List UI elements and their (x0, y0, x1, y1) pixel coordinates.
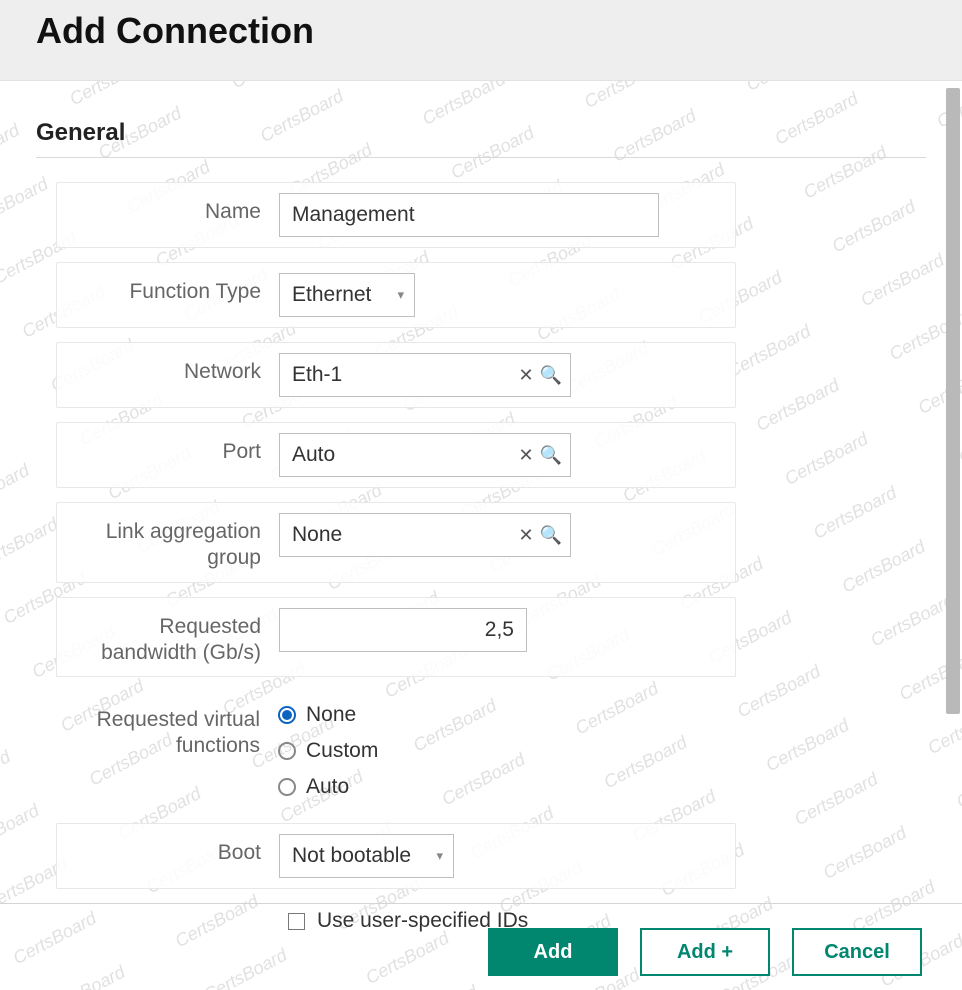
radio-label-none: None (306, 703, 356, 727)
search-icon[interactable]: 🔍 (540, 445, 562, 466)
label-rvf: Requested virtual functions (70, 701, 260, 760)
clear-icon[interactable]: ✕ (518, 525, 533, 546)
select-function-type-value: Ethernet (292, 283, 371, 307)
field-port: Port Auto ✕ 🔍 (56, 422, 736, 488)
lookup-lag[interactable]: None ✕ 🔍 (279, 513, 571, 557)
input-bandwidth-value: 2,5 (485, 618, 514, 642)
add-plus-button[interactable]: Add + (640, 928, 770, 976)
form-general: Name Management Function Type Ethernet ▾… (56, 182, 736, 933)
radio-rvf-custom[interactable]: Custom (278, 739, 722, 763)
clear-icon[interactable]: ✕ (518, 365, 533, 386)
field-rvf: Requested virtual functions None Custom … (56, 691, 736, 809)
label-port: Port (71, 433, 261, 465)
page-title: Add Connection (36, 10, 926, 52)
divider (36, 157, 926, 158)
select-boot[interactable]: Not bootable ▾ (279, 834, 454, 878)
radio-icon (278, 778, 296, 796)
select-function-type[interactable]: Ethernet ▾ (279, 273, 415, 317)
lookup-port[interactable]: Auto ✕ 🔍 (279, 433, 571, 477)
lookup-network[interactable]: Eth-1 ✕ 🔍 (279, 353, 571, 397)
label-name: Name (71, 193, 261, 225)
radio-group-rvf: None Custom Auto (278, 701, 722, 799)
input-bandwidth[interactable]: 2,5 (279, 608, 527, 652)
add-button[interactable]: Add (488, 928, 618, 976)
input-name[interactable]: Management (279, 193, 659, 237)
search-icon[interactable]: 🔍 (540, 365, 562, 386)
label-bandwidth: Requested bandwidth (Gb/s) (71, 608, 261, 667)
radio-icon (278, 706, 296, 724)
cancel-button[interactable]: Cancel (792, 928, 922, 976)
dialog-header: Add Connection (0, 0, 962, 81)
clear-icon[interactable]: ✕ (518, 445, 533, 466)
lookup-lag-value: None (292, 523, 342, 547)
select-boot-value: Not bootable (292, 844, 411, 868)
label-function-type: Function Type (71, 273, 261, 305)
label-lag: Link aggregation group (71, 513, 261, 572)
section-title-general: General (36, 119, 926, 147)
scrollbar-thumb[interactable] (946, 88, 960, 714)
search-icon[interactable]: 🔍 (540, 525, 562, 546)
field-name: Name Management (56, 182, 736, 248)
field-lag: Link aggregation group None ✕ 🔍 (56, 502, 736, 583)
radio-icon (278, 742, 296, 760)
scrollbar[interactable] (946, 88, 960, 890)
field-network: Network Eth-1 ✕ 🔍 (56, 342, 736, 408)
label-network: Network (71, 353, 261, 385)
radio-rvf-none[interactable]: None (278, 703, 722, 727)
radio-label-auto: Auto (306, 775, 349, 799)
lookup-port-value: Auto (292, 443, 335, 467)
chevron-down-icon: ▾ (397, 287, 404, 303)
field-bandwidth: Requested bandwidth (Gb/s) 2,5 (56, 597, 736, 678)
dialog-footer: Add Add + Cancel (0, 903, 962, 976)
lookup-network-value: Eth-1 (292, 363, 342, 387)
radio-rvf-auto[interactable]: Auto (278, 775, 722, 799)
radio-label-custom: Custom (306, 739, 378, 763)
field-boot: Boot Not bootable ▾ (56, 823, 736, 889)
chevron-down-icon: ▾ (436, 848, 443, 864)
field-function-type: Function Type Ethernet ▾ (56, 262, 736, 328)
label-boot: Boot (71, 834, 261, 866)
